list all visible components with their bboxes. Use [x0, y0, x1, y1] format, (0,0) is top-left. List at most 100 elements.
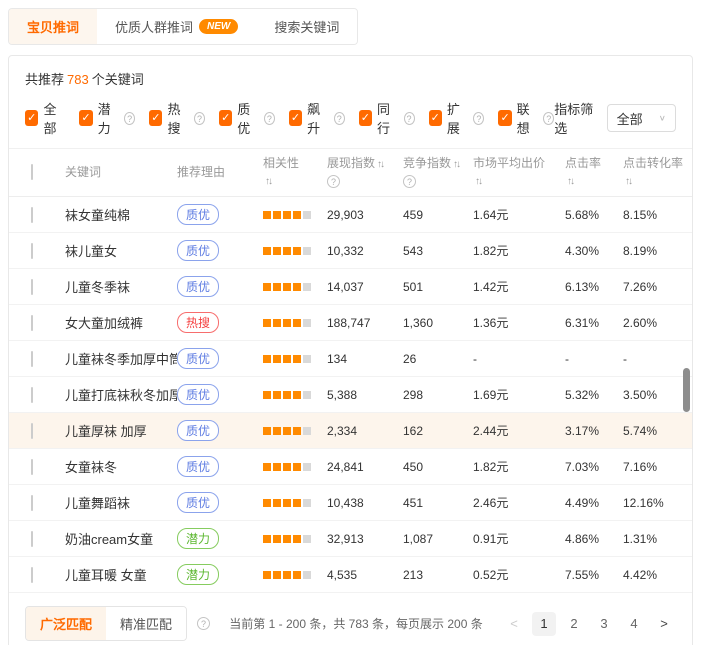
filter-option[interactable]: ✓ 飙升?	[289, 99, 345, 137]
tab-item-3[interactable]: 搜索关键词	[256, 9, 357, 44]
row-checkbox[interactable]	[31, 531, 33, 547]
metric-filter-select[interactable]: 全部 ∨	[607, 104, 676, 132]
help-icon[interactable]: ?	[327, 175, 340, 188]
reason-cell: 质优	[177, 492, 263, 513]
table-row: 袜儿童女质优10,3325431.82元4.30%8.19%	[9, 233, 692, 269]
prev-page-icon[interactable]: <	[502, 612, 526, 636]
reason-cell: 质优	[177, 204, 263, 225]
filter-option-label: 同行	[377, 99, 399, 137]
checked-checkbox-icon[interactable]: ✓	[429, 110, 442, 126]
page-number[interactable]: 2	[562, 612, 586, 636]
row-checkbox[interactable]	[31, 567, 33, 583]
select-all-checkbox[interactable]	[31, 164, 33, 180]
column-header-line1: 竞争指数↑↓	[403, 155, 473, 173]
competition-cell: 501	[403, 280, 473, 294]
column-header-line1: 展现指数↑↓	[327, 155, 403, 173]
help-icon[interactable]: ?	[473, 112, 484, 125]
sort-icon[interactable]: ↑↓	[475, 176, 481, 187]
table-row: 儿童冬季袜质优14,0375011.42元6.13%7.26%	[9, 269, 692, 305]
help-icon[interactable]: ?	[403, 175, 416, 188]
relevance-bar-segment	[293, 499, 301, 507]
column-header-line1: 推荐理由	[177, 164, 263, 181]
help-icon[interactable]: ?	[334, 112, 345, 125]
checked-checkbox-icon[interactable]: ✓	[79, 110, 92, 126]
relevance-cell	[263, 427, 327, 435]
row-checkbox-cell	[9, 208, 65, 222]
reason-badge: 质优	[177, 204, 219, 225]
row-checkbox[interactable]	[31, 351, 33, 367]
relevance-bars	[263, 211, 327, 219]
sort-icon[interactable]: ↑↓	[453, 159, 459, 170]
filter-option[interactable]: ✓联想?	[498, 99, 554, 137]
next-page-icon[interactable]: >	[652, 612, 676, 636]
cvr-cell: 8.19%	[623, 244, 692, 258]
relevance-bar-segment	[303, 499, 311, 507]
checked-checkbox-icon[interactable]: ✓	[25, 110, 38, 126]
column-header-label: 展现指数	[327, 156, 375, 170]
scrollbar-thumb[interactable]	[683, 368, 690, 412]
pagination-info: 当前第 1 - 200 条，共 783 条，每页展示 200 条	[229, 615, 482, 632]
checked-checkbox-icon[interactable]: ✓	[289, 110, 302, 126]
row-checkbox[interactable]	[31, 387, 33, 403]
relevance-bar-segment	[283, 427, 291, 435]
relevance-bar-segment	[263, 319, 271, 327]
help-icon[interactable]: ?	[264, 112, 275, 125]
chevron-down-icon: ∨	[659, 114, 666, 123]
help-icon[interactable]: ?	[124, 112, 135, 125]
checked-checkbox-icon[interactable]: ✓	[359, 110, 372, 126]
page-number[interactable]: 3	[592, 612, 616, 636]
keyword-cell: 儿童打底袜秋冬加厚	[65, 385, 177, 404]
row-checkbox[interactable]	[31, 423, 33, 439]
sort-icon[interactable]: ↑↓	[265, 176, 271, 187]
impression-cell: 4,535	[327, 568, 403, 582]
help-icon[interactable]: ?	[543, 112, 554, 125]
cvr-cell: 1.31%	[623, 532, 692, 546]
competition-cell: 450	[403, 460, 473, 474]
relevance-bar-segment	[263, 355, 271, 363]
relevance-bar-segment	[273, 427, 281, 435]
tab-item-1[interactable]: 宝贝推词	[9, 9, 97, 44]
impression-cell: 188,747	[327, 316, 403, 330]
row-checkbox[interactable]	[31, 315, 33, 331]
filter-option[interactable]: ✓全部	[25, 99, 65, 137]
column-header-label: 推荐理由	[177, 165, 225, 179]
row-checkbox-cell	[9, 388, 65, 402]
page-number[interactable]: 1	[532, 612, 556, 636]
tab-label: 搜索关键词	[274, 17, 339, 36]
match-mode-button[interactable]: 广泛匹配	[26, 607, 106, 640]
match-mode-toggle: 广泛匹配精准匹配	[25, 606, 187, 641]
row-checkbox[interactable]	[31, 243, 33, 259]
checked-checkbox-icon[interactable]: ✓	[149, 110, 162, 126]
match-mode-help-icon[interactable]: ?	[197, 617, 210, 630]
reason-badge: 质优	[177, 456, 219, 477]
page-number[interactable]: 4	[622, 612, 646, 636]
tab-item-2[interactable]: 优质人群推词NEW	[97, 9, 256, 44]
checked-checkbox-icon[interactable]: ✓	[498, 110, 511, 126]
sort-icon[interactable]: ↑↓	[625, 176, 631, 187]
help-icon[interactable]: ?	[194, 112, 205, 125]
row-checkbox[interactable]	[31, 207, 33, 223]
relevance-bar-segment	[273, 283, 281, 291]
keyword-cell: 女大童加绒裤	[65, 313, 177, 332]
match-mode-button[interactable]: 精准匹配	[106, 607, 186, 640]
filter-option-label: 飙升	[307, 99, 329, 137]
filter-option[interactable]: ✓ 同行?	[359, 99, 415, 137]
filter-option[interactable]: ✓热搜?	[149, 99, 205, 137]
sort-icon[interactable]: ↑↓	[567, 176, 573, 187]
row-checkbox[interactable]	[31, 279, 33, 295]
filter-option[interactable]: ✓质优?	[219, 99, 275, 137]
relevance-cell	[263, 211, 327, 219]
filter-option[interactable]: ✓潜力?	[79, 99, 135, 137]
filter-option[interactable]: ✓扩展?	[429, 99, 485, 137]
price-cell: 0.91元	[473, 530, 565, 547]
competition-cell: 459	[403, 208, 473, 222]
column-header-line2: ?	[403, 173, 473, 190]
column-header-line2: ↑↓	[473, 172, 565, 190]
help-icon[interactable]: ?	[404, 112, 415, 125]
relevance-bar-segment	[273, 535, 281, 543]
row-checkbox[interactable]	[31, 459, 33, 475]
checked-checkbox-icon[interactable]: ✓	[219, 110, 232, 126]
row-checkbox[interactable]	[31, 495, 33, 511]
price-cell: 0.52元	[473, 566, 565, 583]
sort-icon[interactable]: ↑↓	[377, 159, 383, 170]
